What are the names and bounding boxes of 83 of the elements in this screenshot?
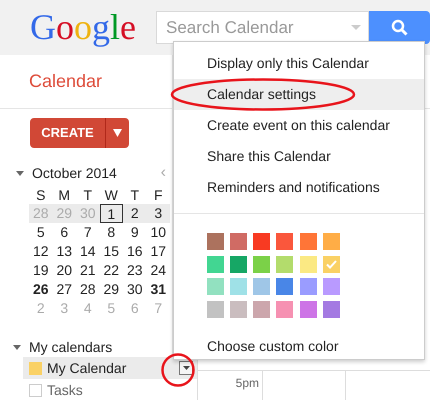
color-swatch[interactable] xyxy=(276,256,294,272)
color-swatch[interactable] xyxy=(300,233,317,250)
day-cell[interactable]: 10 xyxy=(146,223,170,242)
day-cell[interactable]: 12 xyxy=(29,242,52,261)
caret-icon xyxy=(182,366,190,370)
color-swatch[interactable] xyxy=(207,256,224,272)
day-cell[interactable]: 26 xyxy=(29,280,52,299)
calendar-checkbox[interactable] xyxy=(29,384,42,396)
collapse-icon[interactable] xyxy=(13,344,21,350)
calendar-name: My Calendar xyxy=(47,358,126,378)
day-cell[interactable]: 8 xyxy=(100,223,123,242)
google-logo: Google xyxy=(29,6,137,50)
day-cell[interactable]: 13 xyxy=(52,242,76,261)
calendar-item[interactable]: My Calendar xyxy=(23,357,197,379)
color-swatch[interactable] xyxy=(207,300,224,318)
color-swatch[interactable] xyxy=(322,300,340,318)
menu-item[interactable]: Reminders and notifications xyxy=(174,172,424,203)
weekday-label: M xyxy=(57,186,72,204)
calendar-checkbox[interactable] xyxy=(29,362,42,374)
menu-item[interactable]: Create event on this calendar xyxy=(174,110,424,141)
menu-item[interactable]: Share this Calendar xyxy=(174,141,424,172)
caret-icon xyxy=(351,25,361,30)
color-swatch[interactable] xyxy=(230,233,248,250)
color-swatch[interactable] xyxy=(253,233,270,250)
search-field[interactable]: Search Calendar xyxy=(156,11,369,44)
day-cell[interactable]: 24 xyxy=(146,261,170,280)
day-cell[interactable]: 19 xyxy=(29,261,52,280)
color-swatch[interactable] xyxy=(207,233,224,250)
day-cell[interactable]: 5 xyxy=(29,223,52,242)
search-icon xyxy=(391,19,408,36)
month-label: October 2014 xyxy=(32,164,117,182)
calendar-name: Tasks xyxy=(47,380,83,400)
color-swatch[interactable] xyxy=(253,256,270,272)
color-swatch[interactable] xyxy=(300,300,317,318)
day-cell[interactable]: 9 xyxy=(123,223,146,242)
day-cell[interactable]: 31 xyxy=(146,280,170,299)
color-swatch[interactable] xyxy=(276,300,294,318)
color-swatch[interactable] xyxy=(276,278,294,295)
check-icon xyxy=(326,260,337,268)
day-cell[interactable]: 21 xyxy=(76,261,100,280)
day-cell[interactable]: 17 xyxy=(146,242,170,261)
day-cell[interactable]: 1 xyxy=(100,204,123,223)
calendar-item[interactable]: Tasks xyxy=(23,379,197,400)
color-swatch[interactable] xyxy=(230,278,248,295)
day-cell[interactable]: 27 xyxy=(52,280,76,299)
day-cell[interactable]: 29 xyxy=(100,280,123,299)
color-swatch[interactable] xyxy=(300,256,317,272)
day-cell[interactable]: 28 xyxy=(76,280,100,299)
color-swatch[interactable] xyxy=(276,233,294,250)
color-swatch[interactable] xyxy=(230,256,248,272)
weekday-label: T xyxy=(82,186,94,204)
weekday-label: W xyxy=(104,186,119,204)
day-cell[interactable]: 20 xyxy=(52,261,76,280)
weekday-label: S xyxy=(35,186,46,204)
day-cell[interactable]: 14 xyxy=(76,242,100,261)
color-swatch[interactable] xyxy=(207,278,224,295)
day-cell[interactable]: 6 xyxy=(52,223,76,242)
day-cell[interactable]: 2 xyxy=(123,204,146,223)
color-swatch[interactable] xyxy=(300,278,317,295)
day-cell[interactable]: 23 xyxy=(123,261,146,280)
day-cell[interactable]: 15 xyxy=(100,242,123,261)
weekday-label: F xyxy=(152,186,164,204)
search-button[interactable] xyxy=(369,11,430,44)
day-cell[interactable]: 22 xyxy=(100,261,123,280)
color-swatch[interactable] xyxy=(322,256,340,272)
weekday-label: T xyxy=(129,186,140,204)
day-cell[interactable]: 7 xyxy=(76,223,100,242)
color-swatch[interactable] xyxy=(253,300,270,318)
day-cell[interactable]: 30 xyxy=(123,280,146,299)
time-label: 5pm xyxy=(236,375,259,392)
day-cell[interactable]: 16 xyxy=(123,242,146,261)
caret-icon xyxy=(113,129,122,137)
app-title: Calendar xyxy=(29,70,102,93)
section-title: My calendars xyxy=(29,338,112,357)
color-swatch[interactable] xyxy=(322,233,340,250)
collapse-icon[interactable] xyxy=(16,170,24,176)
color-swatch[interactable] xyxy=(322,278,340,295)
color-swatch[interactable] xyxy=(253,278,270,295)
custom-color-link[interactable]: Choose custom color xyxy=(207,338,339,354)
annotation-circle xyxy=(161,353,195,387)
color-swatch[interactable] xyxy=(230,300,248,318)
day-cell[interactable]: 3 xyxy=(146,204,170,223)
menu-item[interactable]: Display only this Calendar xyxy=(174,48,424,79)
